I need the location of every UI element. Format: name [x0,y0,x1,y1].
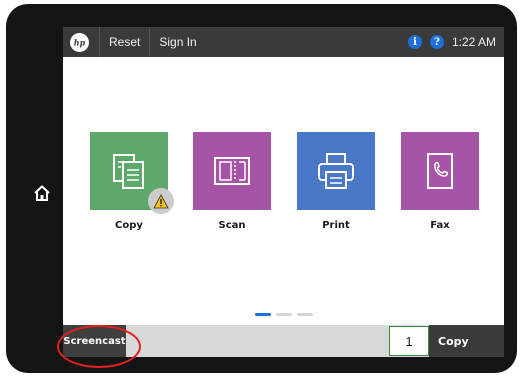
copy-start-button[interactable]: Copy [429,325,504,357]
warning-icon [153,193,169,208]
copy-icon [113,154,144,189]
info-icon[interactable]: i [407,35,422,49]
scan-app-label: Scan [218,220,246,231]
clock: 1:22 AM [451,35,496,49]
print-app-label: Print [322,220,350,231]
copy-app-tile[interactable] [90,132,174,214]
scan-app-tile[interactable] [193,132,271,210]
scan-app[interactable]: Scan [193,132,273,242]
screencast-button[interactable]: Screencast [63,325,126,357]
page-dot-2[interactable] [276,313,292,316]
help-icon[interactable]: ? [429,35,444,49]
print-app-tile[interactable] [297,132,375,210]
copies-quantity-field[interactable]: 1 [389,326,429,356]
fax-icon [427,153,453,189]
sign-in-button[interactable]: Sign In [149,27,205,57]
hp-logo-icon: hp [70,32,89,52]
fax-app-label: Fax [430,220,450,231]
copy-app[interactable]: Copy [90,132,174,242]
print-app[interactable]: Print [297,132,377,242]
svg-text:hp: hp [74,37,86,47]
top-bar: hp Reset Sign In i ? 1:22 AM [63,27,504,57]
top-bar-status: i ? 1:22 AM [407,35,504,49]
touch-screen: hp Reset Sign In i ? 1:22 AM Copy Scan P… [63,27,504,357]
scan-icon [214,157,250,185]
page-indicator [255,313,313,316]
copy-app-label: Copy [115,220,143,231]
page-dot-3[interactable] [297,313,313,316]
page-dot-1[interactable] [255,313,271,316]
warning-badge [148,188,174,214]
home-icon[interactable] [33,184,51,202]
bottom-bar: Screencast 1 Copy [63,325,504,357]
fax-app[interactable]: Fax [401,132,481,242]
print-icon [318,153,354,189]
reset-button[interactable]: Reset [99,27,149,57]
fax-app-tile[interactable] [401,132,479,210]
